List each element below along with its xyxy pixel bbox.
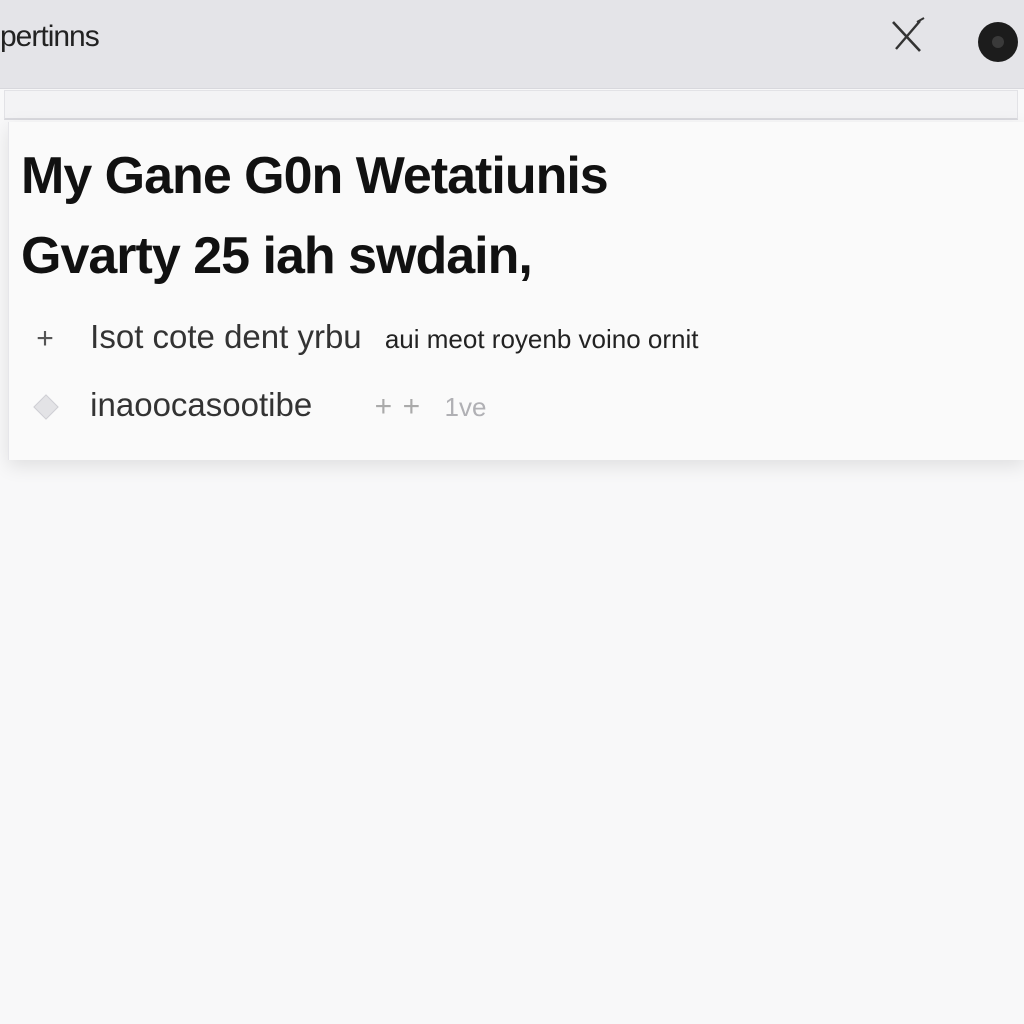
close-button[interactable] [884, 14, 930, 58]
content-card: My Gane G0n Wetatiunis Gvarty 25 iah swd… [8, 122, 1024, 460]
card-headline: My Gane G0n Wetatiunis [21, 147, 609, 205]
list-item[interactable]: inaoocasootibe + + 1ve [31, 386, 486, 424]
list-item-label: inaoocasootibe [90, 386, 313, 423]
list-item-label: Isot cote dent yrbu [90, 318, 362, 355]
list-item[interactable]: + Isot cote dent yrbu aui meot royenb vo… [31, 318, 698, 356]
card-subheadline: Gvarty 25 iah swdain, [21, 227, 533, 285]
diamond-icon [33, 394, 59, 421]
faint-count: 1ve [444, 392, 487, 422]
panel-header-strip [4, 90, 1018, 120]
plus-icon: + [374, 390, 393, 423]
faint-actions[interactable]: + + 1ve [369, 386, 487, 424]
plus-icon: + [36, 322, 54, 355]
list-item-detail: aui meot royenb voino ornit [384, 324, 699, 354]
app-title: pertinns [0, 20, 100, 53]
plus-icon: + [402, 390, 421, 423]
close-icon [892, 17, 925, 52]
avatar[interactable] [978, 22, 1018, 62]
top-bar: pertinns [0, 0, 1024, 89]
